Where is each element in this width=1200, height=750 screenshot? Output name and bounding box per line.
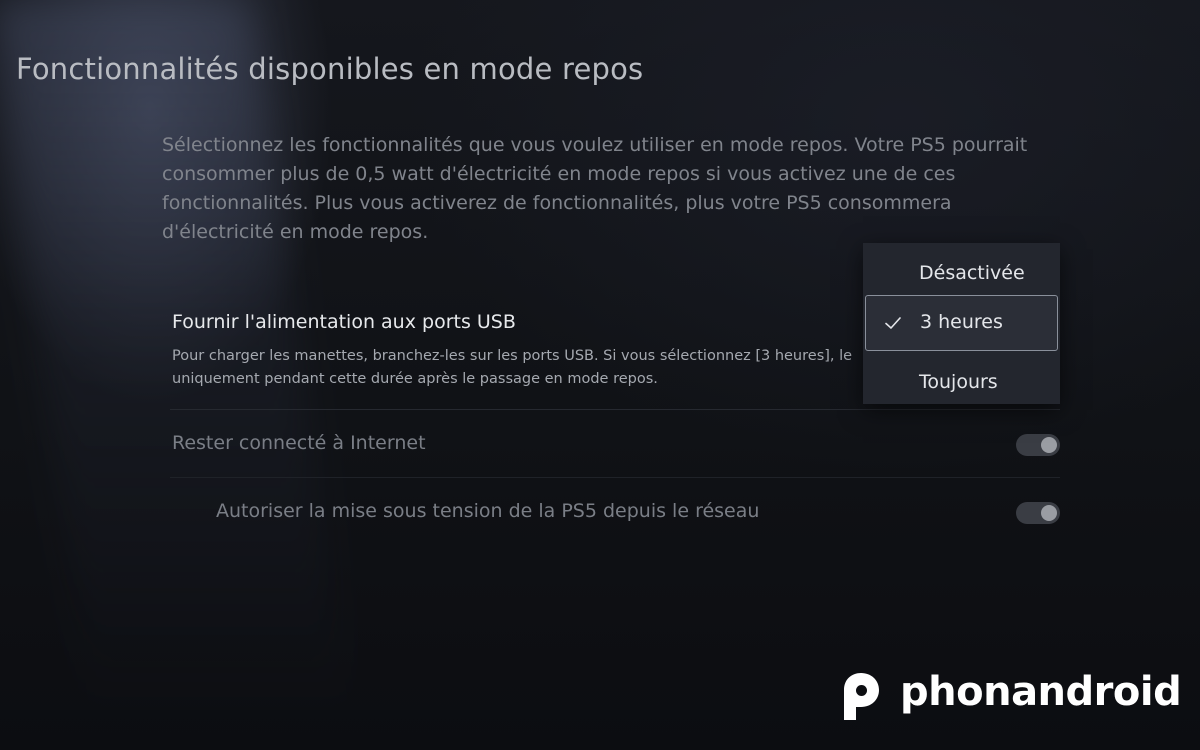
phonandroid-logo-icon bbox=[844, 673, 879, 720]
dropdown-option-3-heures[interactable]: 3 heures bbox=[865, 295, 1058, 351]
dropdown-option-desactivee[interactable]: Désactivée bbox=[863, 248, 1060, 298]
setting-usb-power-description: Pour charger les manettes, branchez-les … bbox=[172, 348, 853, 387]
dropdown-option-label: Toujours bbox=[919, 371, 998, 393]
setting-network-power-on-title: Autoriser la mise sous tension de la PS5… bbox=[216, 500, 760, 522]
setting-stay-connected-title: Rester connecté à Internet bbox=[172, 432, 426, 454]
setting-stay-connected[interactable]: Rester connecté à Internet bbox=[170, 410, 1060, 478]
page-title: Fonctionnalités disponibles en mode repo… bbox=[16, 52, 644, 86]
network-power-on-toggle[interactable] bbox=[1016, 502, 1060, 524]
usb-power-dropdown[interactable]: Désactivée 3 heures Toujours bbox=[863, 243, 1060, 404]
toggle-knob bbox=[1041, 505, 1057, 521]
setting-network-power-on[interactable]: Autoriser la mise sous tension de la PS5… bbox=[170, 478, 1060, 546]
watermark-text: phonandroid bbox=[900, 669, 1182, 715]
phonandroid-watermark: phonandroid bbox=[838, 668, 1182, 728]
dropdown-option-toujours[interactable]: Toujours bbox=[863, 357, 1060, 407]
page-description: Sélectionnez les fonctionnalités que vou… bbox=[162, 134, 1028, 243]
dropdown-option-label: Désactivée bbox=[919, 262, 1025, 284]
setting-usb-power-title: Fournir l'alimentation aux ports USB bbox=[172, 311, 516, 333]
stay-connected-toggle[interactable] bbox=[1016, 434, 1060, 456]
toggle-knob bbox=[1041, 437, 1057, 453]
checkmark-icon bbox=[885, 317, 901, 329]
dropdown-option-label: 3 heures bbox=[920, 311, 1003, 333]
